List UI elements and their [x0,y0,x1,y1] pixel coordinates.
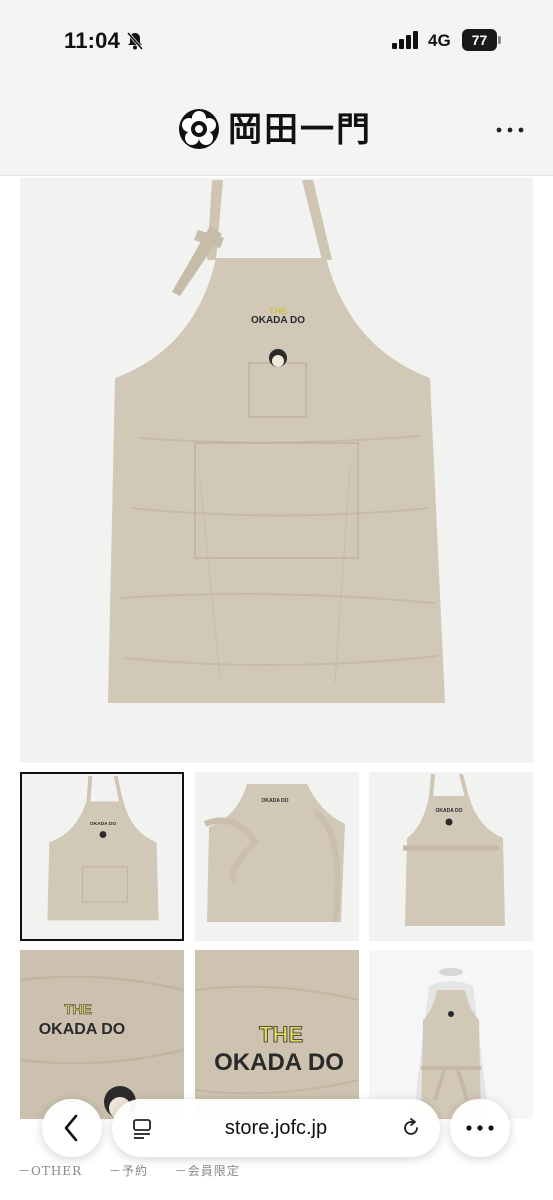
svg-text:OKADA DO: OKADA DO [90,821,116,827]
footer-link-other[interactable]: －OTHER [18,1164,82,1178]
svg-text:OKADA DO: OKADA DO [435,808,462,814]
site-logo[interactable]: 岡田一門 [178,108,370,152]
chevron-left-icon [64,1114,78,1142]
tabs-more-button[interactable] [450,1099,510,1157]
network-type: 4G [428,31,451,50]
cellular-signal-icon [392,31,418,49]
thumb-apron-back-image: OKADA DO [369,772,533,941]
thumb-apron-back[interactable]: OKADA DO [369,772,533,941]
footer-links: －OTHER －予約 －会員限定 [18,1162,538,1182]
footer-link-members[interactable]: －会員限定 [175,1164,240,1178]
site-header: 岡田一門 [0,80,553,176]
thumb-apron-worn-image [369,950,533,1119]
url-text[interactable]: store.jofc.jp [112,1099,440,1157]
logo-text: 岡田一門 [228,110,372,150]
svg-text:THE: THE [64,1001,92,1017]
family-crest-icon [179,109,219,149]
thumb-logo-detail-image: THE OKADA DO [195,950,359,1119]
address-bar[interactable]: store.jofc.jp [112,1099,440,1157]
thumb-apron-front-image: OKADA DO [22,774,182,939]
thumb-apron-front[interactable]: OKADA DO [20,772,184,941]
svg-text:OKADA DO: OKADA DO [39,1021,126,1038]
thumb-apron-worn[interactable] [369,950,533,1119]
main-product-image[interactable]: THE OKADA DO [20,178,533,763]
embroidery-line2: OKADA DO [250,315,306,326]
apron-illustration [20,178,533,763]
status-time: 11:04 [64,28,121,53]
footer-link-reserve[interactable]: －予約 [109,1164,148,1178]
more-dots-icon[interactable] [494,114,526,146]
more-dots-icon [466,1125,494,1131]
thumb-logo-closeup[interactable]: THE OKADA DO [20,950,184,1119]
battery-level: 77 [462,29,497,51]
bell-off-icon [126,32,144,50]
thumb-logo-detail[interactable]: THE OKADA DO [195,950,359,1119]
svg-text:OKADA DO: OKADA DO [261,798,288,804]
battery-icon: 77 [462,29,502,51]
status-bar: 11:04 4G 77 [0,0,553,80]
reload-icon[interactable] [400,1117,422,1139]
thumb-logo-closeup-image: THE OKADA DO [20,950,184,1119]
svg-text:THE: THE [259,1022,303,1047]
thumb-apron-side-image: OKADA DO [195,772,359,941]
thumb-apron-side[interactable]: OKADA DO [195,772,359,941]
svg-text:OKADA DO: OKADA DO [214,1049,344,1076]
back-button[interactable] [42,1099,102,1157]
